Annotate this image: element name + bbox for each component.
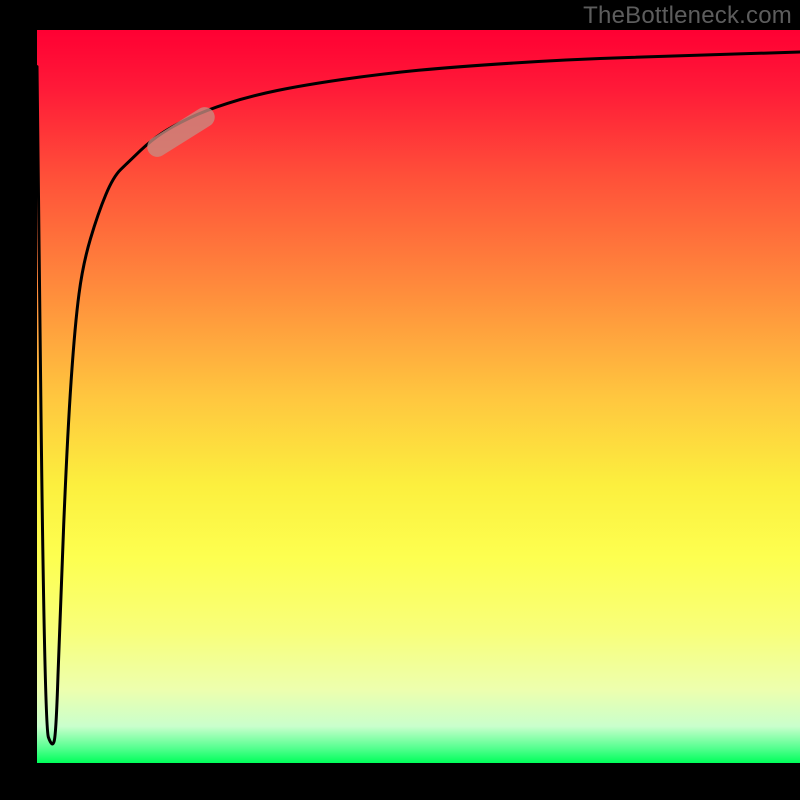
chart-frame: TheBottleneck.com <box>0 0 800 800</box>
watermark-text: TheBottleneck.com <box>583 2 792 30</box>
plot-area <box>37 30 800 763</box>
